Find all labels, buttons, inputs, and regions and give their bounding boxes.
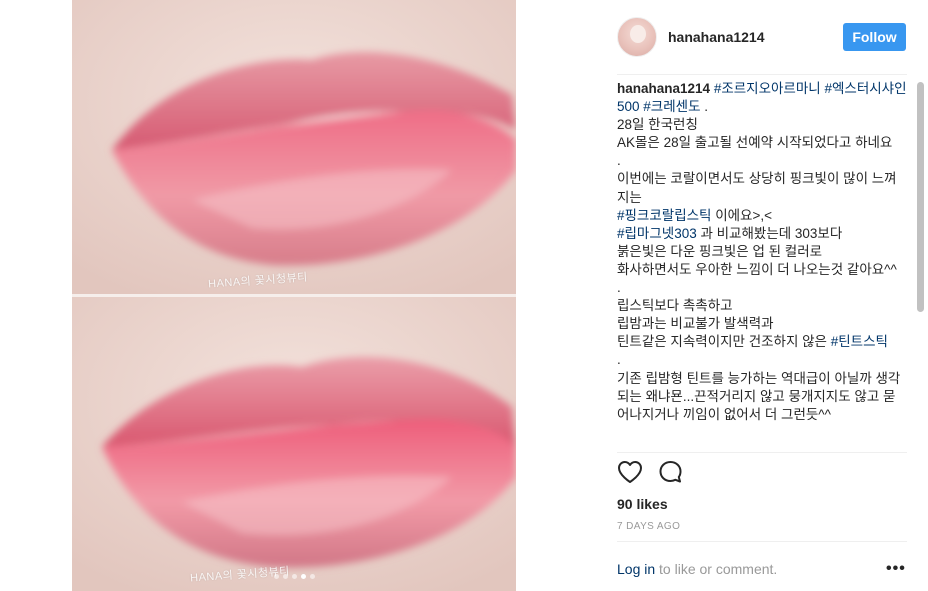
caption-line: 틴트같은 지속력이지만 건조하지 않은 #틴트스틱 xyxy=(617,333,907,351)
hashtag-link[interactable]: #크레센도 xyxy=(643,99,700,114)
hashtag-link[interactable]: #핑크코랄립스틱 xyxy=(617,208,711,223)
header-username[interactable]: hanahana1214 xyxy=(668,29,765,45)
caption-line: . xyxy=(617,152,907,170)
caption-line: 화사하면서도 우아한 느낌이 더 나오는것 같아요^^ xyxy=(617,261,907,279)
caption-text: . xyxy=(617,352,621,368)
caption-text: 이번에는 코랄이면서도 상당히 핑크빛이 많이 느껴지는 xyxy=(617,171,897,205)
caption-text: 기존 립밤형 틴트를 능가하는 역대급이 아닐까 생각되는 왜냐묜...끈적거리… xyxy=(617,370,901,422)
more-options-icon[interactable]: ••• xyxy=(886,561,906,577)
footer-divider xyxy=(617,541,907,542)
caption-line: 이번에는 코랄이면서도 상당히 핑크빛이 많이 느껴지는 xyxy=(617,170,907,206)
login-link[interactable]: Log in xyxy=(617,561,655,577)
header-divider xyxy=(617,74,907,75)
hashtag-link[interactable]: #조르지오아르마니 xyxy=(714,81,821,96)
caption-first-line: hanahana1214 #조르지오아르마니 #엑스터시샤인500 #크레센도 … xyxy=(617,80,907,116)
follow-button[interactable]: Follow xyxy=(843,23,906,51)
caption-text: 28일 한국런칭 xyxy=(617,117,698,133)
carousel-dot xyxy=(292,574,297,579)
caption-line: 기존 립밤형 틴트를 능가하는 역대급이 아닐까 생각되는 왜냐묜...끈적거리… xyxy=(617,370,907,424)
caption-line: 붉은빛은 다운 핑크빛은 업 된 컬러로 xyxy=(617,243,907,261)
caption-text: 붉은빛은 다운 핑크빛은 업 된 컬러로 xyxy=(617,243,823,259)
hashtag-link[interactable]: #립마그넷303 xyxy=(617,226,697,241)
caption-line: . xyxy=(617,351,907,369)
caption-text: 과 비교해봤는데 303보다 xyxy=(696,225,843,241)
carousel-dot xyxy=(310,574,315,579)
caption-text: . xyxy=(700,99,709,115)
comment-icon[interactable] xyxy=(658,460,684,484)
carousel-dot-active xyxy=(301,574,306,579)
carousel-dot xyxy=(274,574,279,579)
caption-scrollbar[interactable] xyxy=(917,82,924,312)
caption-line: #핑크코랄립스틱 이에요>,< xyxy=(617,207,907,225)
hashtag-link[interactable]: #틴트스틱 xyxy=(831,334,888,349)
like-count[interactable]: 90 likes xyxy=(617,496,668,512)
post-timestamp[interactable]: 7 DAYS AGO xyxy=(617,521,680,532)
caption-text: 화사하면서도 우아한 느낌이 더 나오는것 같아요^^ xyxy=(617,261,897,277)
login-prompt: Log in to like or comment. xyxy=(617,561,907,577)
caption-username[interactable]: hanahana1214 xyxy=(617,81,710,96)
caption-line: 립밤과는 비교불가 발색력과 xyxy=(617,315,907,333)
caption: hanahana1214 #조르지오아르마니 #엑스터시샤인500 #크레센도 … xyxy=(617,80,907,452)
login-prompt-text: to like or comment. xyxy=(655,561,778,577)
caption-line: AK몰은 28일 출고될 선예약 시작되었다고 하네요 xyxy=(617,134,907,152)
caption-text: . xyxy=(617,153,621,169)
caption-divider xyxy=(617,452,907,453)
caption-text: 이에요>,< xyxy=(711,207,772,223)
lip-swatch-top xyxy=(72,0,516,294)
post-photo[interactable]: HANA의 꽃시청뷰티 HANA의 꽃시청뷰티 xyxy=(72,0,516,591)
caption-text: 틴트같은 지속력이지만 건조하지 않은 xyxy=(617,334,831,350)
heart-icon[interactable] xyxy=(617,460,643,484)
lip-swatch-bottom xyxy=(72,297,516,591)
caption-line: #립마그넷303 과 비교해봤는데 303보다 xyxy=(617,225,907,243)
caption-line: 28일 한국런칭 xyxy=(617,116,907,134)
caption-text: . xyxy=(617,280,621,296)
post-header: hanahana1214 Follow xyxy=(617,16,907,58)
caption-text: AK몰은 28일 출고될 선예약 시작되었다고 하네요 xyxy=(617,135,893,151)
carousel-dot xyxy=(283,574,288,579)
caption-text: 립밤과는 비교불가 발색력과 xyxy=(617,316,774,332)
avatar[interactable] xyxy=(617,17,657,57)
caption-line: 립스틱보다 촉촉하고 xyxy=(617,297,907,315)
caption-text: 립스틱보다 촉촉하고 xyxy=(617,298,733,314)
carousel-indicator xyxy=(274,574,315,579)
caption-line: . xyxy=(617,279,907,297)
action-bar xyxy=(617,460,684,484)
